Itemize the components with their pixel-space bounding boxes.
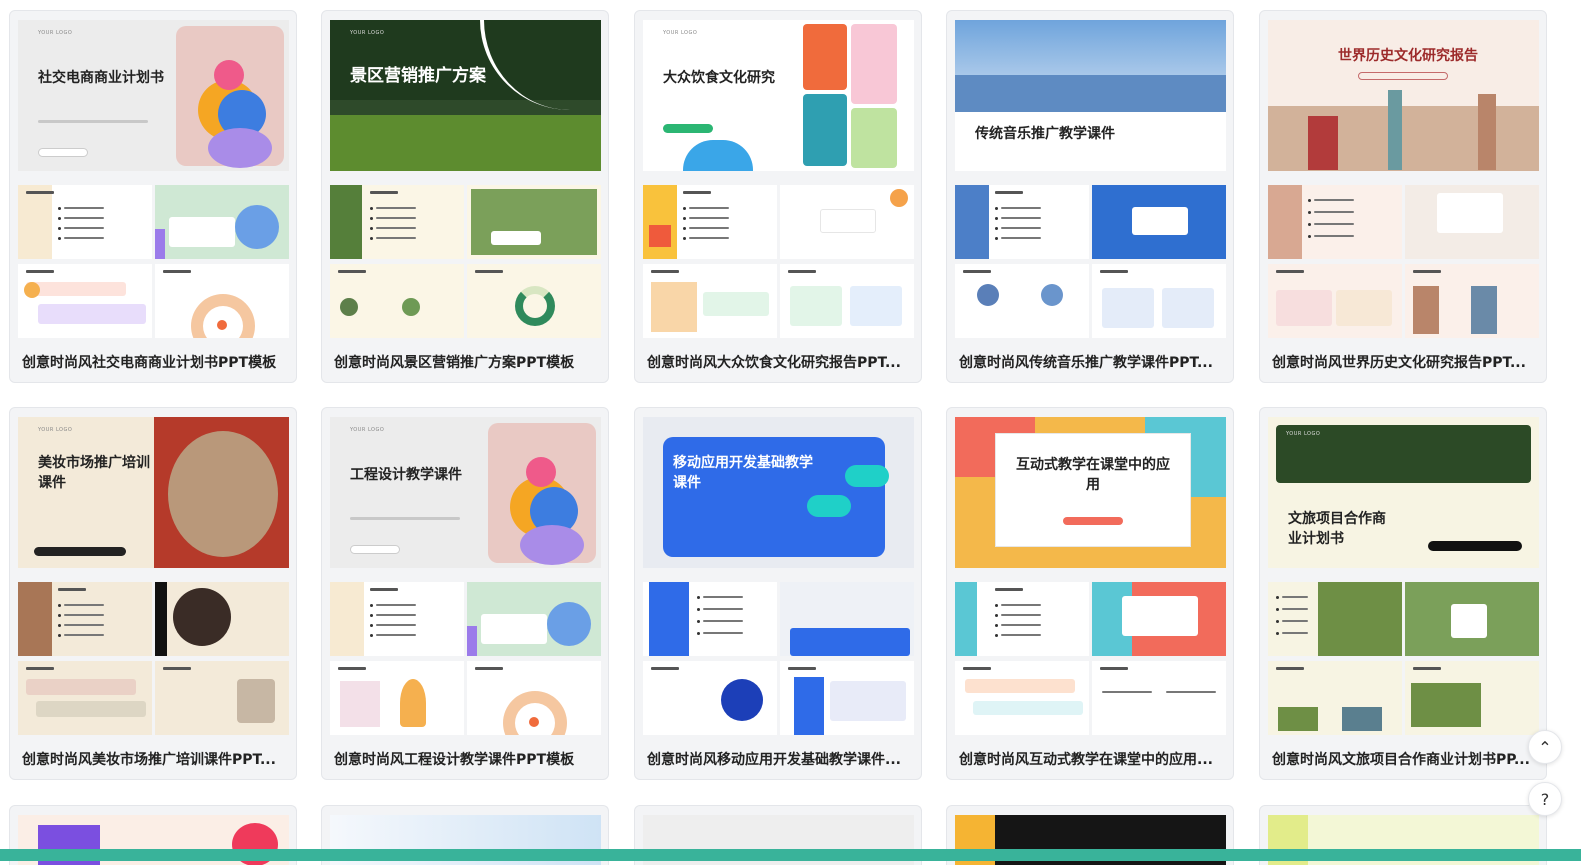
- template-title[interactable]: 创意时尚风世界历史文化研究报告PPT...: [1272, 352, 1534, 374]
- bottom-bar: [0, 849, 1581, 861]
- hero-title: 景区营销推广方案: [350, 66, 486, 86]
- template-title[interactable]: 创意时尚风社交电商商业计划书PPT模板: [22, 352, 284, 374]
- template-title[interactable]: 创意时尚风文旅项目合作商业计划书PP...: [1272, 749, 1534, 771]
- template-title[interactable]: 创意时尚风大众饮食文化研究报告PPT...: [647, 352, 909, 374]
- template-title[interactable]: 创意时尚风传统音乐推广教学课件PPT...: [959, 352, 1221, 374]
- hero-title: 传统音乐推广教学课件: [975, 126, 1115, 142]
- hero-title: 工程设计教学课件: [350, 467, 462, 483]
- template-card[interactable]: 传统音乐推广教学课件 创意时尚风传统音乐推广教学课件PPT...: [946, 10, 1234, 383]
- template-thumbnail[interactable]: YOUR LOGO 社交电商商业计划书: [18, 20, 289, 338]
- template-card[interactable]: 移动应用开发基础教学课件 创意时尚风移动应用开发基础教学课件...: [634, 407, 922, 780]
- hero-title: 互动式教学在课堂中的应用: [1016, 457, 1170, 494]
- template-title[interactable]: 创意时尚风工程设计教学课件PPT模板: [334, 749, 596, 771]
- template-thumbnail[interactable]: 移动应用开发基础教学课件: [643, 417, 914, 735]
- template-card[interactable]: 世界历史文化研究报告 创意时尚风世界历史文化研究报告PPT...: [1259, 10, 1547, 383]
- template-thumbnail[interactable]: 世界历史文化研究报告: [1268, 20, 1539, 338]
- template-thumbnail[interactable]: YOUR LOGO 工程设计教学课件: [330, 417, 601, 735]
- hero-title: 移动应用开发基础教学课件: [673, 455, 813, 492]
- template-card[interactable]: YOUR LOGO 美妆市场推广培训课件 创意时尚风美妆市场推广培训课件PPT.…: [9, 407, 297, 780]
- template-thumbnail[interactable]: 传统音乐推广教学课件: [955, 20, 1226, 338]
- template-title[interactable]: 创意时尚风景区营销推广方案PPT模板: [334, 352, 596, 374]
- template-title[interactable]: 创意时尚风美妆市场推广培训课件PPT...: [22, 749, 284, 771]
- template-thumbnail[interactable]: 互动式教学在课堂中的应用: [955, 417, 1226, 735]
- template-card[interactable]: YOUR LOGO 社交电商商业计划书 创意时尚风社交电商商业计划书PPT模板: [9, 10, 297, 383]
- scroll-to-top-button[interactable]: ⌃: [1528, 730, 1562, 764]
- template-thumbnail[interactable]: YOUR LOGO 景区营销推广方案: [330, 20, 601, 338]
- hero-title: 大众饮食文化研究: [663, 70, 775, 86]
- template-title[interactable]: 创意时尚风互动式教学在课堂中的应用...: [959, 749, 1221, 771]
- template-card[interactable]: YOUR LOGO 工程设计教学课件 创意时尚风工程设计教学课件PPT模板: [321, 407, 609, 780]
- hero-title: 文旅项目合作商业计划书: [1288, 511, 1386, 548]
- template-card[interactable]: YOUR LOGO 大众饮食文化研究 创意时尚风大众饮食文化研究报告PPT...: [634, 10, 922, 383]
- template-card[interactable]: YOUR LOGO 文旅项目合作商业计划书 创意时尚风文旅项目合作商业计划书PP…: [1259, 407, 1547, 780]
- hero-title: 社交电商商业计划书: [38, 70, 164, 86]
- template-thumbnail[interactable]: YOUR LOGO 大众饮食文化研究: [643, 20, 914, 338]
- template-card[interactable]: 互动式教学在课堂中的应用 创意时尚风互动式教学在课堂中的应用...: [946, 407, 1234, 780]
- template-thumbnail[interactable]: YOUR LOGO 文旅项目合作商业计划书: [1268, 417, 1539, 735]
- question-icon: ?: [1540, 789, 1550, 809]
- template-title[interactable]: 创意时尚风移动应用开发基础教学课件...: [647, 749, 909, 771]
- template-card[interactable]: YOUR LOGO 景区营销推广方案 创意时尚风景区营销推广方案PPT模板: [321, 10, 609, 383]
- hero-title: 美妆市场推广培训课件: [38, 455, 150, 492]
- help-button[interactable]: ?: [1528, 782, 1562, 816]
- template-thumbnail[interactable]: YOUR LOGO 美妆市场推广培训课件: [18, 417, 289, 735]
- chevron-up-icon: ⌃: [1538, 737, 1552, 757]
- hero-title: 世界历史文化研究报告: [1338, 48, 1478, 64]
- template-grid: YOUR LOGO 社交电商商业计划书 创意时尚风社交电商商业计划书PPT模板 …: [0, 0, 1581, 865]
